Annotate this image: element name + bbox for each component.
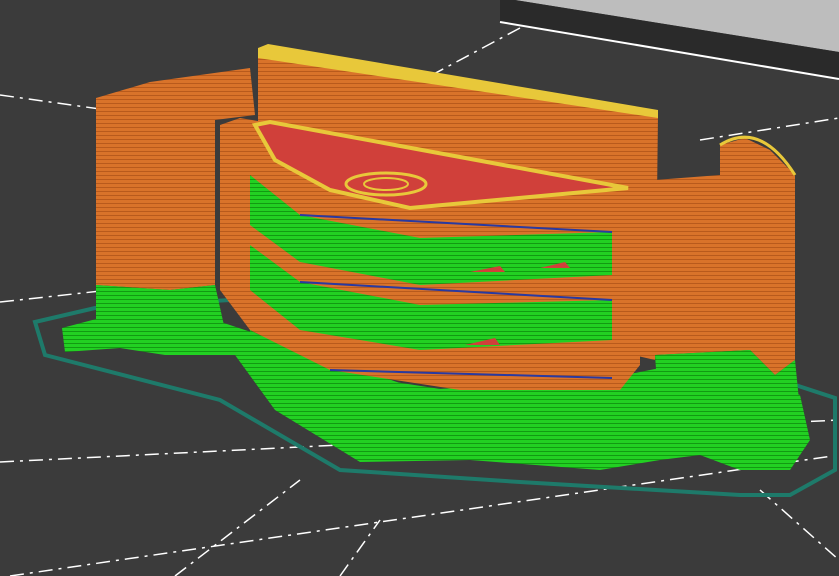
left-wing-support — [96, 285, 225, 335]
scene[interactable] — [0, 0, 839, 576]
3d-preview-viewport[interactable] — [0, 0, 839, 576]
